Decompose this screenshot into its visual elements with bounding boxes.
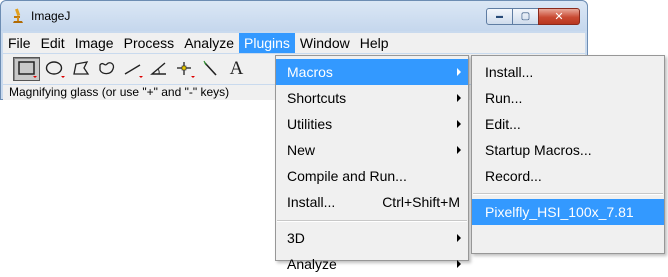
- point-tool-button[interactable]: [171, 57, 198, 81]
- menu-file[interactable]: File: [3, 33, 36, 53]
- angle-tool-icon: [149, 62, 166, 75]
- menu-item-edit[interactable]: Edit...: [472, 111, 664, 137]
- menu-window[interactable]: Window: [295, 33, 355, 53]
- close-icon: ✕: [554, 11, 564, 23]
- caption-buttons: ▬ ▢ ✕: [486, 8, 580, 25]
- submenu-arrow-icon: [457, 120, 461, 128]
- menu-item-label: Startup Macros...: [485, 142, 592, 158]
- menu-edit[interactable]: Edit: [36, 33, 70, 53]
- submenu-arrow-icon: [457, 94, 461, 102]
- freehand-tool-button[interactable]: [93, 57, 120, 81]
- menu-item-install[interactable]: Install... Ctrl+Shift+M: [276, 189, 468, 215]
- close-button[interactable]: ✕: [538, 8, 580, 25]
- rectangle-tool-button[interactable]: [13, 57, 40, 81]
- menu-item-label: Shortcuts: [287, 90, 347, 106]
- menu-bar: File Edit Image Process Analyze Plugins …: [3, 33, 585, 53]
- submenu-arrow-icon: [457, 234, 461, 242]
- plugins-menu: Macros Shortcuts Utilities New Compile a…: [275, 55, 469, 272]
- macros-submenu: Install... Run... Edit... Startup Macros…: [471, 55, 665, 254]
- menu-separator: [277, 220, 467, 222]
- menu-item-pixelfly-macro[interactable]: Pixelfly_HSI_100x_7.81: [472, 199, 664, 225]
- menu-item-label: Utilities: [287, 116, 333, 132]
- submenu-arrow-icon: [457, 146, 461, 154]
- point-tool-icon: [176, 62, 195, 78]
- menu-item-record[interactable]: Record...: [472, 163, 664, 189]
- menu-item-utilities[interactable]: Utilities: [276, 111, 468, 137]
- polygon-tool-icon: [72, 61, 89, 75]
- menu-item-shortcut: Ctrl+Shift+M: [382, 194, 460, 210]
- menu-item-label: Analyze: [287, 256, 337, 272]
- line-tool-button[interactable]: [119, 57, 146, 81]
- menu-analyze[interactable]: Analyze: [179, 33, 239, 53]
- menu-item-shortcuts[interactable]: Shortcuts: [276, 85, 468, 111]
- menu-separator: [473, 193, 663, 195]
- freehand-tool-icon: [98, 62, 114, 75]
- minimize-icon: ▬: [496, 13, 503, 20]
- menu-item-label: Record...: [485, 168, 542, 184]
- menu-item-compile-and-run[interactable]: Compile and Run...: [276, 163, 468, 189]
- menu-item-label: Install...: [287, 194, 336, 210]
- menu-item-run[interactable]: Run...: [472, 85, 664, 111]
- oval-tool-button[interactable]: [41, 57, 68, 81]
- menu-item-install-macros[interactable]: Install...: [472, 59, 664, 85]
- menu-item-label: Edit...: [485, 116, 521, 132]
- menu-item-3d[interactable]: 3D: [276, 225, 468, 251]
- wand-tool-button[interactable]: [197, 57, 224, 81]
- menu-item-label: 3D: [287, 230, 305, 246]
- menu-item-new[interactable]: New: [276, 137, 468, 163]
- menu-plugins[interactable]: Plugins: [239, 33, 295, 53]
- menu-image[interactable]: Image: [70, 33, 119, 53]
- menu-item-label: Macros: [287, 64, 333, 80]
- maximize-icon: ▢: [520, 11, 531, 22]
- submenu-arrow-icon: [457, 68, 461, 76]
- menu-item-analyze[interactable]: Analyze: [276, 251, 468, 277]
- menu-item-macros[interactable]: Macros: [276, 59, 468, 85]
- menu-item-label: Install...: [485, 64, 534, 80]
- angle-tool-button[interactable]: [145, 57, 172, 81]
- line-tool-icon: [124, 64, 143, 78]
- maximize-button[interactable]: ▢: [512, 8, 539, 25]
- microscope-icon: [13, 8, 23, 23]
- menu-item-label: Run...: [485, 90, 523, 106]
- menu-item-startup-macros[interactable]: Startup Macros...: [472, 137, 664, 163]
- polygon-tool-button[interactable]: [67, 57, 94, 81]
- text-tool-icon: A: [229, 58, 244, 79]
- menu-item-label: Pixelfly_HSI_100x_7.81: [485, 204, 634, 220]
- submenu-arrow-icon: [457, 260, 461, 268]
- window-title: ImageJ: [31, 9, 71, 23]
- oval-tool-icon: [45, 61, 65, 78]
- menu-item-label: New: [287, 142, 316, 158]
- menu-item-label: Compile and Run...: [287, 168, 407, 184]
- rectangle-tool-icon: [17, 61, 37, 78]
- text-tool-button[interactable]: A: [223, 57, 250, 81]
- minimize-button[interactable]: ▬: [486, 8, 513, 25]
- wand-tool-icon: [202, 60, 217, 76]
- menu-help[interactable]: Help: [355, 33, 394, 53]
- menu-process[interactable]: Process: [119, 33, 180, 53]
- title-bar[interactable]: ImageJ ▬ ▢ ✕: [1, 1, 587, 31]
